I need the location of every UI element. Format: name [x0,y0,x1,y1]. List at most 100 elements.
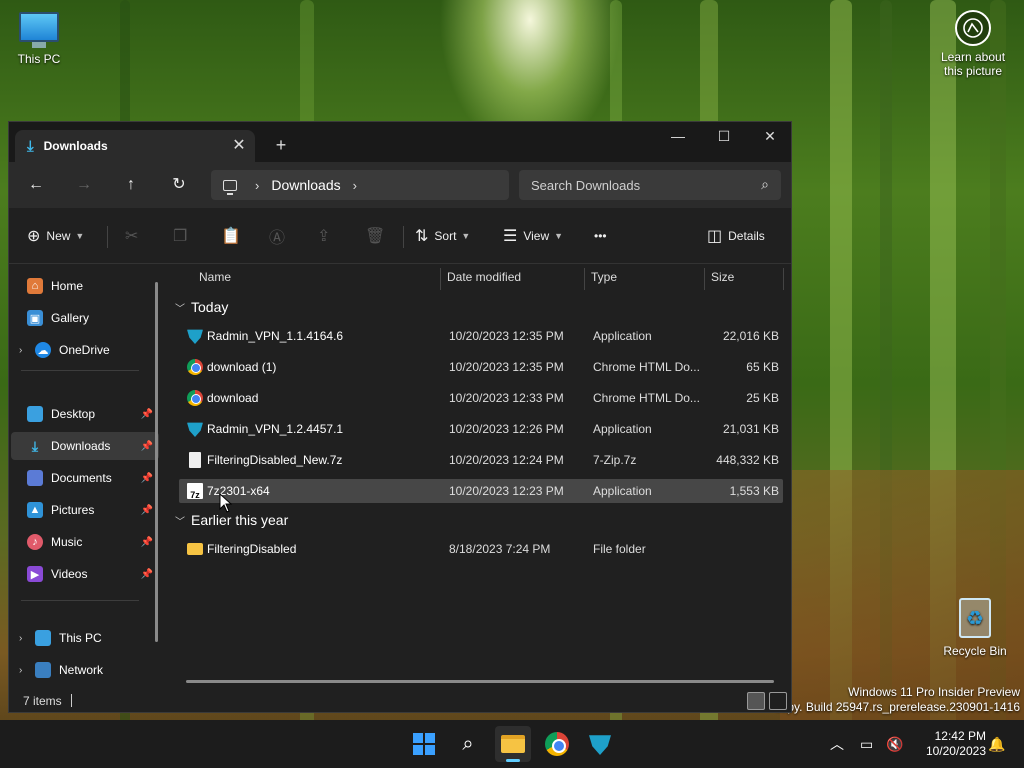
sidebar-item-label: OneDrive [59,343,110,357]
learn-label-1: Learn about [940,50,1006,64]
details-label: Details [728,229,765,243]
desktop-this-pc[interactable]: This PC [10,10,68,66]
sidebar-item-music[interactable]: ♪ Music 📌 [11,528,159,556]
sidebar-item-videos[interactable]: ▶ Videos 📌 [11,560,159,588]
view-button[interactable]: ☰ View ▼ [503,224,563,248]
paste-button[interactable]: 📋 [221,224,247,248]
maximize-button[interactable]: ☐ [701,122,747,150]
sidebar-item-onedrive[interactable]: › ☁ OneDrive [11,336,159,364]
column-header-size[interactable]: Size [711,264,734,290]
sidebar-item-label: Documents [51,471,112,485]
column-header-date[interactable]: Date modified [447,264,521,290]
group-today[interactable]: ﹀ Today [175,296,228,318]
expand-chevron-icon[interactable]: › [19,665,33,676]
sidebar-item-downloads[interactable]: ⤓ Downloads 📌 [11,432,159,460]
horizontal-scrollbar[interactable] [186,680,774,683]
sidebar-item-documents[interactable]: Documents 📌 [11,464,159,492]
taskbar-file-explorer[interactable] [495,726,531,762]
7zip-icon: 7z [187,483,203,500]
column-header-name[interactable]: Name [199,264,231,290]
column-header-type[interactable]: Type [591,264,617,290]
file-row[interactable]: download (1) 10/20/2023 12:35 PM Chrome … [179,355,783,379]
sidebar-item-label: Home [51,279,84,293]
sort-button[interactable]: ⇅ Sort ▼ [415,224,470,248]
file-size: 65 KB [746,360,779,374]
address-bar[interactable]: › Downloads › [211,170,509,200]
share-button[interactable]: ⇪ [317,224,336,248]
volume-tray-icon[interactable]: 🔇 [886,720,903,768]
new-button[interactable]: ⊕ New ▼ [27,224,84,248]
file-date: 10/20/2023 12:24 PM [449,453,564,467]
sidebar-item-pictures[interactable]: ▲ Pictures 📌 [11,496,159,524]
desktop-recycle-bin[interactable]: ♻ Recycle Bin [940,598,1010,658]
file-size: 21,031 KB [722,422,779,436]
sidebar-item-label: Desktop [51,407,96,421]
sidebar-item-gallery[interactable]: ▣ Gallery [11,304,159,332]
file-row[interactable]: FilteringDisabled_New.7z 10/20/2023 12:2… [179,448,783,472]
close-window-button[interactable]: ✕ [747,122,791,150]
sidebar-scrollbar[interactable] [155,282,158,642]
taskbar-chrome[interactable] [539,726,575,762]
taskbar-search-button[interactable]: ⌕ [450,726,486,762]
file-row[interactable]: Radmin_VPN_1.2.4457.1 10/20/2023 12:26 P… [179,417,783,441]
sidebar-item-home[interactable]: ⌂ Home [11,272,159,300]
rename-button[interactable]: Ⓐ [269,224,291,248]
notifications-button[interactable]: 🔔 [988,720,1005,768]
sidebar-item-desktop[interactable]: Desktop 📌 [11,400,159,428]
breadcrumb-downloads[interactable]: Downloads [271,177,340,193]
file-date: 10/20/2023 12:23 PM [449,484,564,498]
monitor-icon [19,12,59,42]
file-size: 22,016 KB [722,329,779,343]
chevron-down-icon: ▼ [75,231,85,241]
copy-button[interactable]: ❐ [173,224,193,248]
expand-chevron-icon[interactable]: › [19,633,33,644]
forward-button[interactable]: → [69,172,99,198]
file-date: 10/20/2023 12:26 PM [449,422,564,436]
back-button[interactable]: ← [21,172,51,198]
minimize-button[interactable]: — [655,122,701,150]
chevron-right-icon[interactable]: › [353,178,357,193]
pin-icon: 📌 [140,504,153,516]
sidebar-item-label: Music [51,535,83,549]
file-name: download (1) [207,360,277,374]
more-options-button[interactable]: ••• [594,224,607,248]
sidebar-item-label: Gallery [51,311,90,325]
search-input[interactable]: Search Downloads ⌕ [519,170,781,200]
file-row[interactable]: FilteringDisabled 8/18/2023 7:24 PM File… [179,537,783,561]
pin-icon: 📌 [140,536,153,548]
file-type: File folder [593,542,646,556]
pin-icon: 📌 [140,568,153,580]
pictures-icon: ▲ [27,502,43,518]
start-button[interactable] [406,726,442,762]
file-row[interactable]: download 10/20/2023 12:33 PM Chrome HTML… [179,386,783,410]
delete-button[interactable]: 🗑 [365,224,391,248]
chrome-icon [187,359,203,375]
network-tray-icon[interactable]: ▭ [860,720,873,768]
file-row[interactable]: Radmin_VPN_1.1.4164.6 10/20/2023 12:35 P… [179,324,783,348]
up-button[interactable]: ↑ [116,172,146,198]
file-row-selected[interactable]: 7z 7z2301-x64 10/20/2023 12:23 PM Applic… [179,479,783,503]
home-icon: ⌂ [27,278,43,294]
tab-downloads[interactable]: ⤓ Downloads ✕ [15,130,255,162]
expand-chevron-icon[interactable]: › [19,345,33,356]
details-pane-button[interactable]: ◫ Details [707,224,765,248]
show-hidden-icons-button[interactable]: ︿ [830,720,844,768]
tiles-view-icon[interactable] [769,692,787,710]
learn-about-picture[interactable]: Learn about this picture [928,10,1018,78]
refresh-button[interactable]: ↻ [164,172,194,198]
sidebar-item-this-pc[interactable]: › This PC [11,624,159,652]
clock-date: 10/20/2023 [925,744,986,758]
close-tab-icon[interactable]: ✕ [229,136,249,156]
radmin-icon [589,735,611,755]
sidebar-item-network[interactable]: › Network [11,656,159,684]
cut-button[interactable]: ✂ [125,224,144,248]
chevron-right-icon[interactable]: › [255,178,259,193]
clock[interactable]: 12:42 PM 10/20/2023 [926,729,986,759]
music-icon: ♪ [27,534,43,550]
copy-icon: ❐ [173,228,188,245]
new-tab-button[interactable]: + [269,134,293,158]
details-view-icon[interactable] [747,692,765,710]
taskbar: ⌕ ︿ ▭ 🔇 12:42 PM 10/20/2023 🔔 [0,720,1024,768]
computer-icon [223,179,237,195]
taskbar-radmin-vpn[interactable] [582,726,618,762]
